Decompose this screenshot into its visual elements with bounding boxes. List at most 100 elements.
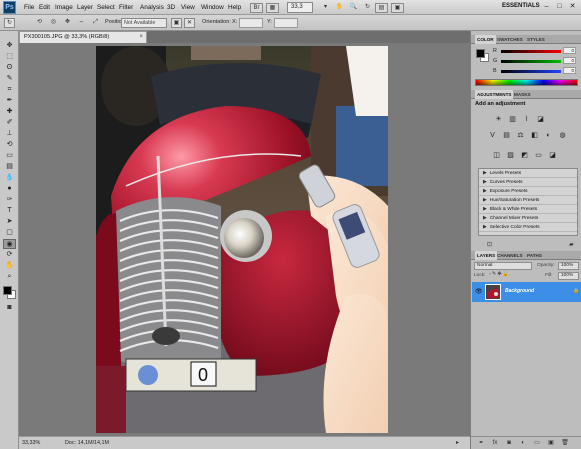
color-spectrum-ramp[interactable] — [475, 79, 578, 86]
3d-slide-icon[interactable]: ⇔ — [76, 18, 87, 28]
hand-icon[interactable]: ✋ — [333, 3, 346, 13]
blue-slider-track[interactable] — [501, 70, 561, 73]
3d-scale-icon[interactable]: ⤢ — [90, 18, 101, 28]
3d-camera-tool-icon[interactable]: ⟳ — [3, 250, 16, 260]
canvas-photo[interactable]: 0 — [96, 46, 388, 433]
status-menu-arrow-icon[interactable]: ▸ — [456, 439, 459, 446]
rotate-view-icon[interactable]: ↻ — [361, 3, 374, 13]
color-balance-icon[interactable]: ⚖ — [515, 131, 526, 141]
gradient-map-icon[interactable]: ▭ — [533, 151, 544, 161]
green-value-field[interactable]: 0 — [563, 57, 576, 64]
menu-filter[interactable]: Filter — [119, 0, 133, 15]
3d-rotate-icon[interactable]: ↻ — [4, 18, 15, 28]
brush-tool-icon[interactable]: ✐ — [3, 118, 16, 128]
exposure-icon[interactable]: ◪ — [535, 115, 546, 125]
delete-position-icon[interactable]: ✕ — [184, 18, 195, 28]
preset-item[interactable]: ▶ Curves Presets — [479, 179, 577, 187]
menu-image[interactable]: Image — [55, 0, 73, 15]
dodge-tool-icon[interactable]: ● — [3, 184, 16, 194]
red-slider[interactable]: R 0 — [493, 47, 579, 56]
photoshop-logo[interactable]: Ps — [3, 1, 16, 14]
red-slider-track[interactable] — [501, 50, 561, 53]
status-zoom-field[interactable]: 33,33% — [22, 440, 40, 446]
photo-filter-icon[interactable]: ◐ — [543, 131, 554, 141]
tab-swatches[interactable]: SWATCHES — [495, 35, 525, 44]
selective-color-icon[interactable]: ◪ — [547, 151, 558, 161]
maximize-icon[interactable]: □ — [555, 2, 564, 11]
levels-icon[interactable]: ▥ — [507, 115, 518, 125]
fill-field[interactable]: 100% — [558, 272, 579, 280]
blue-value-field[interactable]: 0 — [563, 67, 576, 74]
preset-item[interactable]: ▶ Black & White Presets — [479, 206, 577, 214]
blend-mode-select[interactable]: Normal — [474, 262, 532, 270]
posterize-icon[interactable]: ▨ — [505, 151, 516, 161]
zoom-tool-icon[interactable]: ⌕ — [3, 272, 16, 282]
menu-select[interactable]: Select — [97, 0, 115, 15]
color-panel-foreground-swatch[interactable] — [476, 49, 485, 58]
menu-3d[interactable]: 3D — [167, 0, 175, 15]
quick-select-tool-icon[interactable]: ✎ — [3, 74, 16, 84]
workspace-switcher[interactable]: ESSENTIALS — [502, 3, 540, 9]
delete-layer-icon[interactable]: 🗑 — [561, 440, 569, 447]
3d-rotate-tool-icon[interactable]: ◉ — [3, 239, 16, 249]
close-document-icon[interactable]: × — [139, 32, 143, 43]
add-mask-icon[interactable]: ◙ — [505, 440, 513, 447]
brightness-contrast-icon[interactable]: ☀ — [493, 115, 504, 125]
black-white-icon[interactable]: ◧ — [529, 131, 540, 141]
menu-layer[interactable]: Layer — [77, 0, 93, 15]
clip-to-layer-icon[interactable]: ⊡ — [487, 241, 492, 248]
mini-bridge-icon[interactable]: ▦ — [266, 3, 279, 13]
red-value-field[interactable]: 0 — [563, 47, 576, 54]
hand-tool-icon[interactable]: ✋ — [3, 261, 16, 271]
tab-color[interactable]: COLOR — [475, 35, 496, 44]
blur-tool-icon[interactable]: 💧 — [3, 173, 16, 183]
gradient-tool-icon[interactable]: ▤ — [3, 162, 16, 172]
close-icon[interactable]: ✕ — [568, 2, 577, 11]
move-tool-icon[interactable]: ✥ — [3, 41, 16, 51]
preset-item[interactable]: ▶ Selective Color Presets — [479, 224, 577, 232]
eyedropper-tool-icon[interactable]: ✒ — [3, 96, 16, 106]
tab-channels[interactable]: CHANNELS — [495, 251, 525, 260]
zoom-dropdown-icon[interactable]: ▾ — [319, 3, 332, 13]
clone-stamp-tool-icon[interactable]: ⊥ — [3, 129, 16, 139]
preset-item[interactable]: ▶ Exposure Presets — [479, 188, 577, 196]
3d-orbit-icon[interactable]: ⟲ — [34, 18, 45, 28]
vibrance-icon[interactable]: V — [487, 131, 498, 141]
save-position-icon[interactable]: ▣ — [171, 18, 182, 28]
opacity-field[interactable]: 100% — [558, 262, 579, 270]
minimize-icon[interactable]: – — [542, 2, 551, 11]
document-tab[interactable]: PX300105.JPG @ 33,3% (RGB/8) × — [19, 31, 147, 43]
preset-item[interactable]: ▶ Levels Presets — [479, 170, 577, 178]
path-selection-tool-icon[interactable]: ➤ — [3, 217, 16, 227]
tab-adjustments[interactable]: ADJUSTMENTS — [475, 90, 514, 99]
x-field[interactable] — [239, 18, 263, 28]
menu-help[interactable]: Help — [228, 0, 241, 15]
tab-paths[interactable]: PATHS — [525, 251, 544, 260]
menu-view[interactable]: View — [181, 0, 195, 15]
shape-tool-icon[interactable]: ▢ — [3, 228, 16, 238]
type-tool-icon[interactable]: T — [3, 206, 16, 216]
adjustments-options-icon[interactable]: ▰ — [569, 241, 574, 248]
quick-mask-icon[interactable]: ◙ — [3, 303, 16, 313]
zoom-icon[interactable]: 🔍 — [347, 3, 360, 13]
menu-analysis[interactable]: Analysis — [140, 0, 164, 15]
tab-masks[interactable]: MASKS — [512, 90, 533, 99]
marquee-tool-icon[interactable]: ⬚ — [3, 52, 16, 62]
green-slider[interactable]: G 0 — [493, 57, 579, 66]
preset-item[interactable]: ▶ Channel Mixer Presets — [479, 215, 577, 223]
screen-mode-icon[interactable]: ▣ — [391, 3, 404, 13]
bridge-icon[interactable]: Br — [250, 3, 263, 13]
new-layer-icon[interactable]: ▣ — [547, 440, 555, 447]
preset-item[interactable]: ▶ Hue/Saturation Presets — [479, 197, 577, 205]
document-canvas-area[interactable]: 0 — [19, 43, 470, 436]
zoom-level-field[interactable]: 33,3 — [287, 2, 313, 13]
blue-slider[interactable]: B 0 — [493, 67, 579, 76]
layer-style-icon[interactable]: fx — [491, 440, 499, 447]
green-slider-track[interactable] — [501, 60, 561, 63]
foreground-color-swatch[interactable] — [3, 286, 12, 295]
arrange-documents-icon[interactable]: ▤ — [375, 3, 388, 13]
tab-layers[interactable]: LAYERS — [475, 251, 498, 260]
eraser-tool-icon[interactable]: ▭ — [3, 151, 16, 161]
new-adjustment-layer-icon[interactable]: ◐ — [519, 440, 527, 447]
curves-icon[interactable]: ⌇ — [521, 115, 532, 125]
